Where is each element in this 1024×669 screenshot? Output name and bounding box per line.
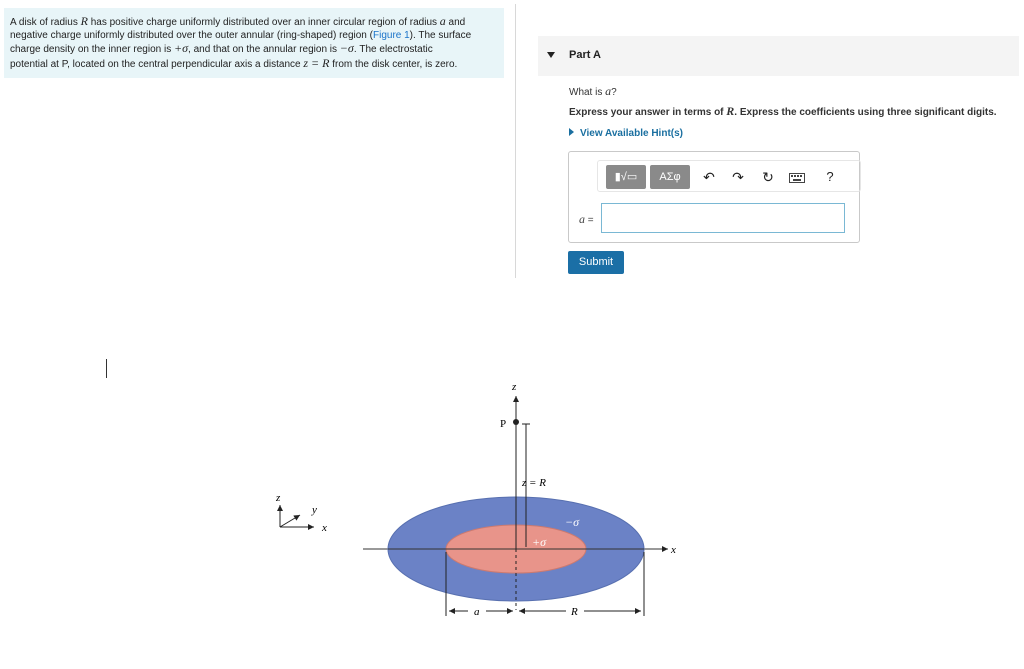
answer-label: a = — [579, 212, 594, 226]
frame-z-label: z — [275, 492, 281, 504]
view-hints-link[interactable]: View Available Hint(s) — [569, 128, 683, 139]
problem-line-2: negative charge uniformly distributed ov… — [10, 29, 472, 41]
answer-panel: ▮√▭ ΑΣφ ↶ ↷ ↻ ? a = — [568, 151, 861, 243]
greek-symbols-button[interactable]: ΑΣφ — [650, 165, 690, 189]
x-axis-label: x — [670, 544, 676, 556]
question-text: What is a? — [569, 84, 617, 98]
inner-radius-label: a — [474, 606, 480, 618]
coordinate-frame: z x y — [275, 492, 327, 534]
problem-line-3: charge density on the inner region is +σ… — [10, 41, 433, 56]
answer-instruction: Express your answer in terms of R. Expre… — [569, 104, 997, 118]
undo-icon[interactable]: ↶ — [699, 167, 719, 187]
frame-x-label: x — [321, 522, 327, 534]
problem-line-1: A disk of radius R has positive charge u… — [10, 14, 466, 28]
part-a-header[interactable]: Part A — [538, 36, 1019, 76]
point-p — [513, 419, 519, 425]
keyboard-icon[interactable] — [787, 167, 807, 187]
distance-label: z = R — [521, 477, 546, 489]
disk-figure: z x y x z P z = R +σ −σ a R — [275, 381, 676, 618]
outer-radius-label: R — [570, 606, 578, 618]
text-cursor — [106, 359, 107, 378]
reset-icon[interactable]: ↻ — [758, 167, 778, 187]
part-title: Part A — [569, 49, 601, 61]
expand-triangle-icon — [569, 128, 574, 136]
answer-input[interactable] — [601, 203, 845, 233]
inner-charge-label: +σ — [532, 535, 547, 549]
submit-button[interactable]: Submit — [568, 251, 624, 274]
problem-statement: A disk of radius R has positive charge u… — [4, 8, 504, 78]
column-divider — [515, 4, 516, 278]
outer-charge-label: −σ — [565, 515, 580, 529]
frame-y-label: y — [311, 504, 317, 516]
point-p-label: P — [500, 418, 506, 430]
help-icon[interactable]: ? — [820, 167, 840, 187]
templates-button[interactable]: ▮√▭ — [606, 165, 646, 189]
figure-link[interactable]: Figure 1 — [373, 30, 410, 41]
problem-line-4: potential at P, located on the central p… — [10, 55, 458, 70]
collapse-caret-icon[interactable] — [547, 52, 555, 58]
math-toolbar: ▮√▭ ΑΣφ ↶ ↷ ↻ ? — [597, 160, 861, 192]
redo-icon[interactable]: ↷ — [728, 167, 748, 187]
z-axis-label: z — [511, 381, 517, 393]
